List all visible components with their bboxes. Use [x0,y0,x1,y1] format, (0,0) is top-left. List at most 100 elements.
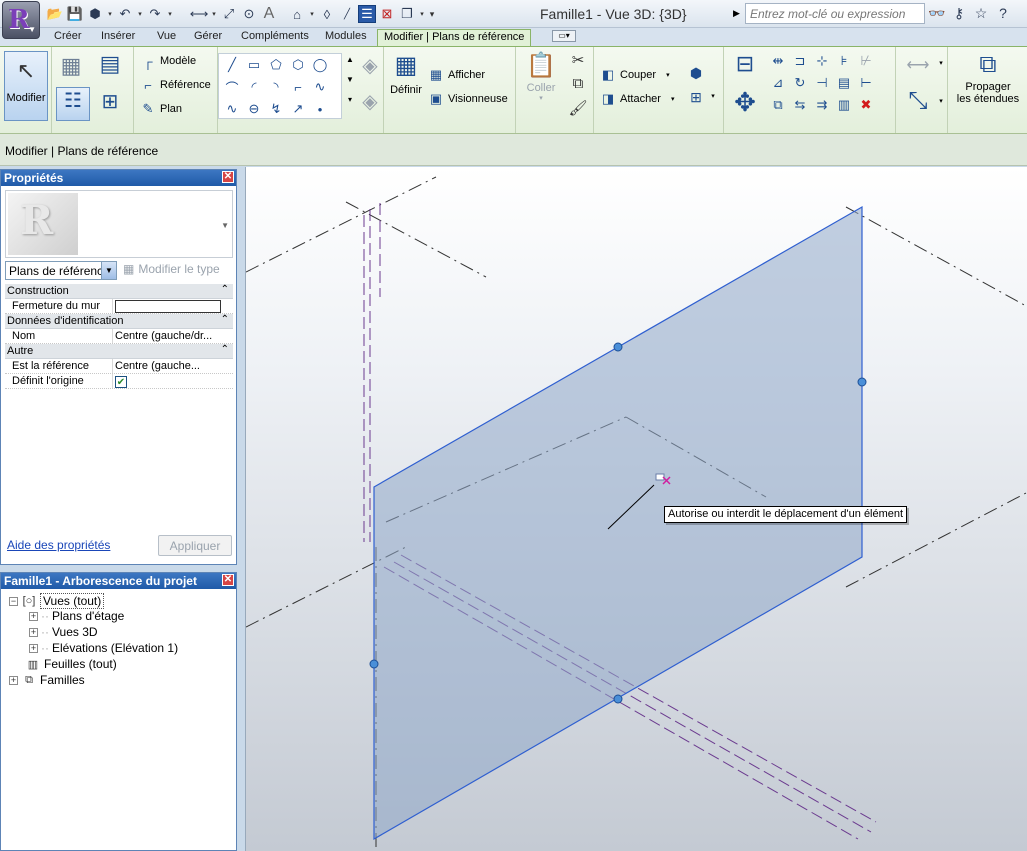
tab-modify-reference-planes[interactable]: Modifier | Plans de référence [377,29,532,46]
aligned-dimension-icon[interactable]: ⤢ [220,5,238,23]
pick-face-icon[interactable]: ↗ [287,98,309,120]
minimize-ribbon-icon[interactable]: ▭▾ [552,30,576,42]
close-icon[interactable]: ✕ [222,574,234,586]
split-face-icon[interactable]: ⬢ [686,65,706,82]
tree-node-views[interactable]: − [○] Vues (tout) [9,593,105,609]
star-icon[interactable]: ☆ [972,4,990,22]
tree-node-3d-views[interactable]: + ·· Vues 3D [29,625,98,639]
collapse-icon[interactable]: − [9,596,18,606]
ellipse-icon[interactable]: ∿ [221,98,243,120]
wall-closure-field[interactable] [115,300,221,313]
thin-lines-icon[interactable]: ╱ [338,5,356,23]
tree-node-families[interactable]: + ⧉ Familles [9,673,85,687]
paint-icon[interactable]: ⊞ [686,89,706,106]
reference-line[interactable] [246,556,387,628]
array-icon[interactable]: ▤ [834,73,854,93]
split-element-icon[interactable]: ⊹ [812,51,832,71]
expand-icon[interactable]: + [29,627,38,637]
gallery-expand-icon[interactable]: ▾ [344,95,356,104]
sync-dropdown-icon[interactable]: ▾ [106,10,114,18]
tangent-arc-icon[interactable]: ◝ [265,76,287,98]
scale-icon[interactable]: ▥ [834,95,854,115]
group-identity[interactable]: Données d'identification ⌃ [5,314,233,329]
spline-icon[interactable]: ∿ [309,76,331,98]
save-icon[interactable]: 💾 [66,5,84,23]
plane-grip[interactable] [613,694,623,704]
close-hidden-windows-icon[interactable]: ⊠ [378,5,396,23]
viewer-button[interactable]: ▣ Visionneuse [428,91,508,107]
tab-manage[interactable]: Gérer [194,29,222,46]
define-button[interactable]: ▦ Définir [388,51,424,96]
gallery-scroll-up-icon[interactable]: ▲ [344,55,356,64]
delete-icon[interactable]: ✖ [856,95,876,115]
model-line-button[interactable]: ┌ Modèle [140,53,196,69]
tab-view[interactable]: Vue [157,29,176,46]
type-preview[interactable]: R ▼ [5,190,233,258]
switch-windows-dropdown-icon[interactable]: ▾ [418,10,426,18]
trim-extend-icon[interactable]: ⊣ [812,73,832,93]
3d-view-dropdown-icon[interactable]: ▾ [308,10,316,18]
tab-addins[interactable]: Compléments [241,29,309,46]
search-expand-icon[interactable]: ▶ [733,8,740,19]
paste-button[interactable]: 📋 Coller ▾ [524,51,558,102]
redo-dropdown-icon[interactable]: ▾ [166,10,174,18]
application-menu-button[interactable]: R ▼ [2,1,40,39]
reference-line[interactable] [246,176,437,273]
switch-windows-icon[interactable]: ❐ [398,5,416,23]
text-icon[interactable]: A [260,5,278,23]
move-icon[interactable]: ✥ [730,87,760,117]
close-icon[interactable]: ✕ [222,171,234,183]
dimension-icon[interactable]: ⤡ [900,87,936,115]
plane-grip[interactable] [857,377,867,387]
properties-palette-icon[interactable]: ☷ [56,87,90,121]
type-properties-icon[interactable]: ▦ [56,53,86,83]
measure-dropdown-icon[interactable]: ▾ [210,10,218,18]
open-icon[interactable]: 📂 [46,5,64,23]
help-icon[interactable]: ? [994,4,1012,22]
default-3d-view-icon[interactable]: ⌂ [288,5,306,23]
defines-origin-checkbox[interactable]: ✔ [115,376,127,388]
expand-icon[interactable]: + [9,675,18,685]
gallery-scroll-down-icon[interactable]: ▼ [344,75,356,84]
group-other[interactable]: Autre ⌃ [5,344,233,359]
dimension-dropdown-icon[interactable]: ▾ [936,97,946,105]
show-hide-icon[interactable]: ☰ [358,5,376,23]
inscribed-polygon-icon[interactable]: ⬠ [265,54,287,76]
pick-lines-icon[interactable]: ↯ [265,98,287,120]
sync-icon[interactable]: ⬢ [86,5,104,23]
center-arc-icon[interactable]: ◜ [243,76,265,98]
trim-icon[interactable]: ⊿ [768,73,788,93]
propagate-extents-button[interactable]: ⧉ Propager les étendues [952,51,1024,105]
rectangle-icon[interactable]: ▭ [243,54,265,76]
property-value[interactable]: Centre (gauche/dr... [113,329,233,343]
plane-grip[interactable] [613,342,623,352]
cut-geometry-button[interactable]: ◧ Couper ▾ [600,67,670,83]
section-icon[interactable]: ◊ [318,5,336,23]
pin-icon[interactable]: ⊧ [834,51,854,71]
modify-button[interactable]: ↖ Modifier [4,51,48,121]
expand-icon[interactable]: + [29,643,38,653]
properties-help-link[interactable]: Aide des propriétés [7,538,110,552]
viewport-canvas[interactable] [246,167,1027,851]
tree-node-sheets[interactable]: ▥ Feuilles (tout) [25,657,117,671]
copy-icon[interactable]: ⧉ [568,75,588,92]
property-value[interactable]: Centre (gauche... [113,359,233,373]
key-icon[interactable]: ⚷ [950,4,968,22]
cut-scissors-icon[interactable]: ✂ [568,51,588,69]
group-construction[interactable]: Construction ⌃ [5,284,233,299]
line-icon[interactable]: ╱ [221,54,243,76]
apply-button[interactable]: Appliquer [158,535,232,556]
mirror-draw-axis-icon[interactable]: ⇆ [790,95,810,115]
reference-line-button[interactable]: ⌐ Référence [140,77,211,93]
start-end-arc-icon[interactable]: ⌒ [221,76,243,98]
work-plane-icon[interactable]: ◈ [358,53,382,78]
delete-unpin-icon[interactable]: ⊢ [856,73,876,93]
rotate-icon[interactable]: ↻ [790,73,810,93]
paint-dropdown-icon[interactable]: ▾ [708,92,718,100]
reference-plane-surface[interactable] [373,205,863,841]
undo-dropdown-icon[interactable]: ▾ [136,10,144,18]
property-value[interactable] [113,299,233,313]
measure-icon[interactable]: ⟷ [190,5,209,23]
3d-viewport[interactable]: Autorise ou interdit le déplacement d'un… [245,167,1027,851]
search-input[interactable]: Entrez mot-clé ou expression [745,3,925,24]
